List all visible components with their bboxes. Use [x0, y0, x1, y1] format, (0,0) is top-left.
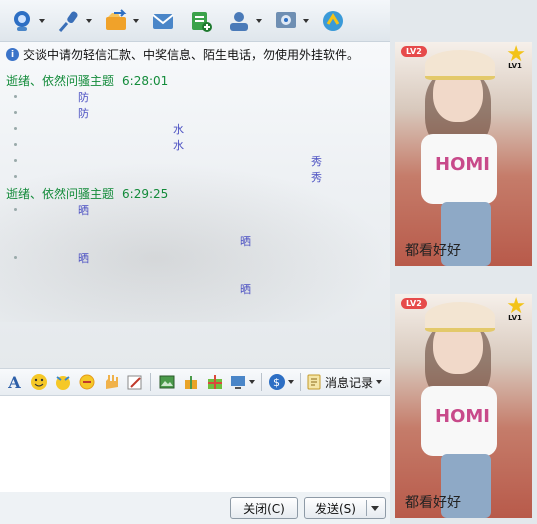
send-button[interactable]: 发送(S) [304, 497, 386, 519]
chat-history[interactable]: i 交谈中请勿轻信汇款、中奖信息、陌生电话，勿使用外挂软件。 逝绪、依然问骚主题… [0, 42, 390, 368]
level-badge: LV2 [401, 46, 427, 57]
message-line: 防 [78, 107, 89, 120]
contact-panel: HOMI LV2 ★ LV1 都看好好 HOMI LV2 ★ LV1 都看好好 [390, 0, 537, 524]
sender-name: 逝绪、依然问骚主题 [6, 74, 115, 88]
self-show-image[interactable]: HOMI LV2 ★ LV1 都看好好 [395, 294, 532, 518]
font-button[interactable]: A [4, 372, 25, 393]
message-input[interactable] [0, 396, 390, 492]
bullet [14, 175, 17, 178]
email-button[interactable] [145, 3, 181, 39]
contact-show-image[interactable]: HOMI LV2 ★ LV1 都看好好 [395, 42, 532, 266]
add-group-button[interactable] [183, 3, 219, 39]
hand-button[interactable] [100, 372, 121, 393]
contact-card-icon [225, 7, 253, 35]
settings-button[interactable] [268, 3, 313, 39]
bullet [14, 127, 17, 130]
toolbar-divider [150, 373, 151, 391]
message-time: 6:28:01 [122, 74, 169, 88]
security-notice: i 交谈中请勿轻信汇款、中奖信息、陌生电话，勿使用外挂软件。 [6, 46, 359, 63]
email-icon [149, 7, 177, 35]
shake-icon [79, 374, 94, 390]
bottom-bar: 关闭(C) 发送(S) [0, 492, 390, 524]
close-button-label: 关闭(C) [243, 501, 285, 516]
screenshot-button[interactable] [156, 372, 177, 393]
bullet [14, 143, 17, 146]
gift-box-button[interactable] [180, 372, 201, 393]
message-line: 晒 [240, 235, 251, 248]
webcam-button[interactable] [4, 3, 49, 39]
bullet [14, 208, 17, 211]
message-line: 水 [173, 139, 184, 152]
bullet [14, 95, 17, 98]
gift-icon [207, 375, 222, 389]
level-badge: LV2 [401, 298, 427, 309]
message-line: 秀 [311, 155, 322, 168]
send-options-chevron-icon[interactable] [371, 506, 379, 511]
contact-card-button[interactable] [221, 3, 266, 39]
edit-button[interactable] [124, 372, 145, 393]
message-header: 逝绪、依然问骚主题 6:29:25 [6, 185, 168, 202]
photo-hat [425, 302, 495, 332]
svg-text:$: $ [273, 376, 280, 389]
message-line: 水 [173, 123, 184, 136]
gift-box-icon [184, 376, 197, 389]
message-history-button[interactable]: 消息记录 [306, 374, 383, 391]
message-line: 晒 [78, 204, 89, 217]
shirt-text: HOMI [435, 406, 490, 427]
security-notice-text: 交谈中请勿轻信汇款、中奖信息、陌生电话，勿使用外挂软件。 [23, 48, 360, 62]
font-icon: A [8, 372, 21, 392]
screen-share-button[interactable] [228, 372, 256, 393]
chevron-down-icon [376, 380, 383, 384]
emoji-icon [30, 374, 47, 390]
bullet [14, 159, 17, 162]
format-toolbar: A $ 消息记录 [0, 368, 390, 396]
microphone-icon [55, 7, 83, 35]
settings-icon [272, 7, 300, 35]
toolbar-divider [300, 373, 301, 391]
webcam-icon [8, 7, 36, 35]
bullet [14, 256, 17, 259]
add-group-icon [187, 7, 215, 35]
screen-share-icon [231, 376, 245, 389]
close-button[interactable]: 关闭(C) [230, 497, 298, 519]
level-text: LV1 [508, 314, 522, 322]
message-time: 6:29:25 [122, 187, 169, 201]
bullet [14, 111, 17, 114]
photo-caption: 都看好好 [405, 243, 461, 259]
app-icon [319, 7, 347, 35]
payment-icon: $ [269, 374, 285, 390]
send-file-button[interactable] [98, 3, 143, 39]
photo-caption: 都看好好 [405, 495, 461, 511]
emoji-button[interactable] [28, 372, 49, 393]
sender-name: 逝绪、依然问骚主题 [6, 187, 115, 201]
app-button[interactable] [315, 3, 351, 39]
message-line: 晒 [78, 252, 89, 265]
message-line: 晒 [240, 283, 251, 296]
level-text: LV1 [508, 62, 522, 70]
magic-face-button[interactable] [52, 372, 73, 393]
screenshot-icon [159, 375, 174, 389]
chat-toolbar [0, 0, 390, 42]
shirt-text: HOMI [435, 154, 490, 175]
hand-icon [105, 375, 118, 389]
shake-button[interactable] [76, 372, 97, 393]
history-label: 消息记录 [325, 375, 374, 390]
gift-button[interactable] [204, 372, 225, 393]
voice-button[interactable] [51, 3, 96, 39]
magic-face-icon [55, 376, 70, 390]
message-header: 逝绪、依然问骚主题 6:28:01 [6, 72, 168, 89]
folder-send-icon [102, 7, 130, 35]
edit-icon [127, 375, 141, 390]
info-icon: i [6, 48, 19, 61]
message-line: 防 [78, 91, 89, 104]
history-icon [307, 374, 321, 390]
toolbar-divider [261, 373, 262, 391]
send-divider [366, 500, 367, 516]
photo-hat [425, 50, 495, 80]
message-line: 秀 [311, 171, 322, 184]
payment-button[interactable]: $ [267, 372, 295, 393]
send-button-label: 发送(S) [315, 501, 356, 516]
